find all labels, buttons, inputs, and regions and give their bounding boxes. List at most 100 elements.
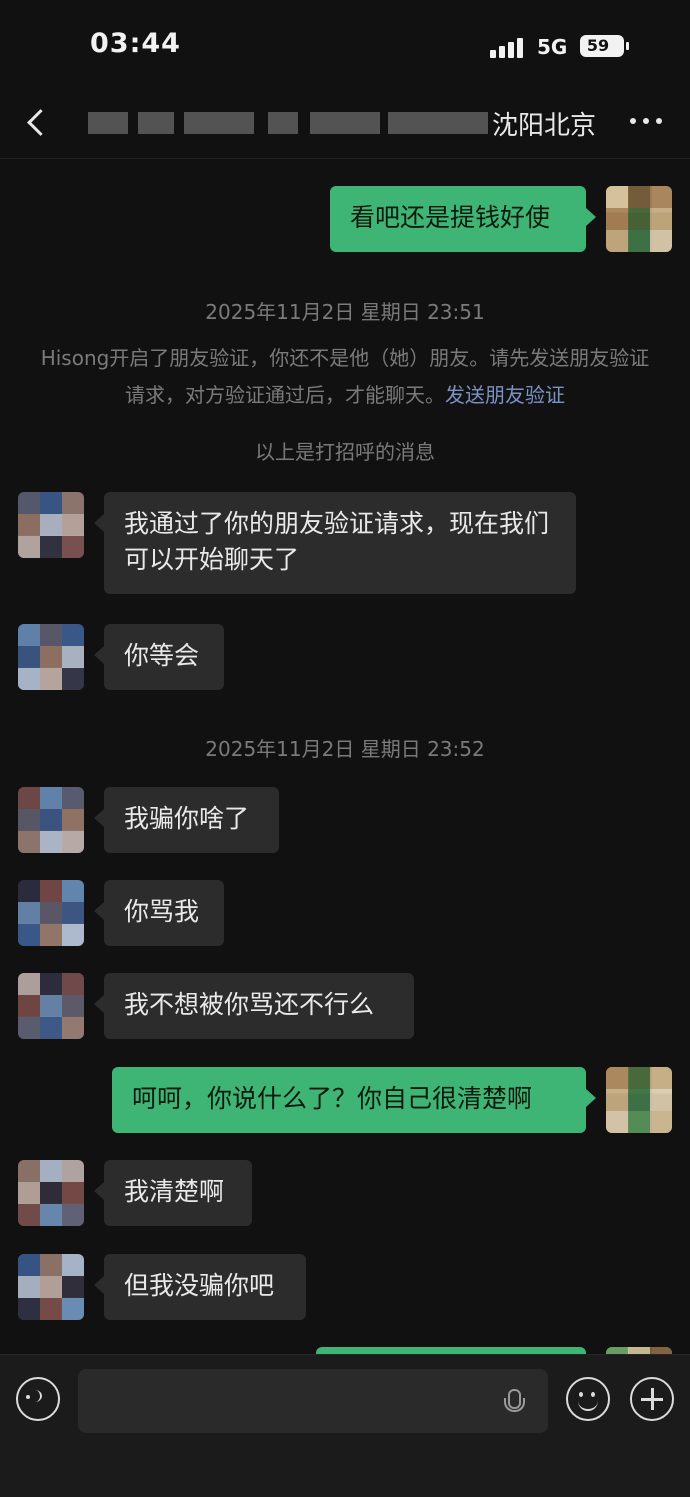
avatar-pixel (628, 186, 650, 208)
avatar-pixel (650, 208, 672, 230)
avatar-pixel (40, 924, 62, 946)
avatar-pixel (62, 1204, 84, 1226)
avatar-pixel (18, 1276, 40, 1298)
avatar-pixel (18, 902, 40, 924)
avatar-pixel (18, 809, 40, 831)
system-notice: Hisong开启了朋友验证，你还不是他（她）朋友。请先发送朋友验证请求，对方验证… (40, 340, 650, 414)
message-list[interactable]: 看吧还是提钱好使 2025年11月2日 星期日 23:51 Hisong开启了朋… (0, 158, 690, 1354)
avatar-pixel (606, 1089, 628, 1111)
avatar-pixel (40, 624, 62, 646)
avatar-pixel (40, 902, 62, 924)
avatar-pixel (628, 1067, 650, 1089)
avatar-pixel (62, 646, 84, 668)
avatar-pixel (40, 973, 62, 995)
avatar-pixel (18, 646, 40, 668)
avatar-pixel (40, 1182, 62, 1204)
my-avatar[interactable] (606, 186, 672, 252)
message-bubble-other[interactable]: 我通过了你的朋友验证请求，现在我们可以开始聊天了 (94, 492, 576, 594)
avatar-pixel (606, 1111, 628, 1133)
avatar-pixel (40, 514, 62, 536)
avatar-pixel (40, 1276, 62, 1298)
message-bubble-mine[interactable]: 看吧还是提钱好使 (330, 186, 596, 252)
signal-icon (490, 36, 524, 58)
avatar-pixel (606, 186, 628, 208)
message-bubble-other[interactable]: 你等会 (94, 624, 224, 690)
timestamp: 2025年11月2日 星期日 23:51 (205, 300, 485, 324)
avatar-pixel (62, 995, 84, 1017)
avatar-pixel (628, 1089, 650, 1111)
message-bubble-other[interactable]: 我骗你啥了 (94, 787, 279, 853)
avatar-pixel (40, 995, 62, 1017)
contact-avatar[interactable] (18, 1254, 84, 1320)
status-bar: 03:44 5G 59 (0, 0, 690, 90)
voice-icon[interactable] (16, 1377, 60, 1421)
my-avatar[interactable] (606, 1067, 672, 1133)
message-bubble-mine[interactable]: 呵呵，你说什么了？你自己很清楚啊 (112, 1067, 596, 1133)
contact-avatar[interactable] (18, 787, 84, 853)
contact-avatar[interactable] (18, 1160, 84, 1226)
avatar-pixel (62, 1182, 84, 1204)
avatar-pixel (40, 536, 62, 558)
avatar-pixel (18, 1182, 40, 1204)
emoji-icon[interactable] (566, 1377, 610, 1421)
avatar-pixel (62, 668, 84, 690)
more-dots-icon[interactable] (628, 114, 664, 128)
avatar-pixel (62, 924, 84, 946)
avatar-pixel (628, 208, 650, 230)
input-bar (0, 1354, 690, 1497)
avatar-pixel (628, 1111, 650, 1133)
avatar-pixel (650, 1111, 672, 1133)
avatar-pixel (606, 208, 628, 230)
avatar-pixel (18, 668, 40, 690)
avatar-pixel (18, 924, 40, 946)
timestamp: 2025年11月2日 星期日 23:52 (205, 737, 485, 761)
avatar-pixel (628, 230, 650, 252)
avatar-pixel (62, 1160, 84, 1182)
battery-icon: 59 (580, 35, 629, 57)
avatar-pixel (62, 1017, 84, 1039)
avatar-pixel (18, 492, 40, 514)
network-type: 5G (537, 35, 568, 59)
avatar-pixel (18, 514, 40, 536)
send-verification-link[interactable]: 发送朋友验证 (445, 383, 565, 407)
contact-avatar[interactable] (18, 880, 84, 946)
avatar-pixel (40, 831, 62, 853)
avatar-pixel (40, 1298, 62, 1320)
greeting-divider: 以上是打招呼的消息 (255, 440, 435, 464)
avatar-pixel (40, 668, 62, 690)
avatar-pixel (650, 1089, 672, 1111)
contact-avatar[interactable] (18, 624, 84, 690)
avatar-pixel (62, 1276, 84, 1298)
avatar-pixel (606, 230, 628, 252)
avatar-pixel (18, 995, 40, 1017)
avatar-pixel (18, 1298, 40, 1320)
avatar-pixel (606, 1347, 628, 1354)
message-bubble-other[interactable]: 你骂我 (94, 880, 224, 946)
avatar-pixel (62, 973, 84, 995)
avatar-pixel (62, 624, 84, 646)
plus-icon[interactable] (630, 1377, 674, 1421)
message-bubble-other[interactable]: 我不想被你骂还不行么 (94, 973, 414, 1039)
message-bubble-mine[interactable] (316, 1347, 586, 1354)
my-avatar[interactable] (606, 1347, 672, 1354)
avatar-pixel (650, 230, 672, 252)
avatar-pixel (18, 831, 40, 853)
avatar-pixel (18, 1017, 40, 1039)
microphone-icon[interactable] (503, 1389, 525, 1419)
avatar-pixel (18, 880, 40, 902)
avatar-pixel (62, 787, 84, 809)
avatar-pixel (606, 1067, 628, 1089)
avatar-pixel (62, 880, 84, 902)
message-bubble-other[interactable]: 但我没骗你吧 (94, 1254, 306, 1320)
avatar-pixel (40, 880, 62, 902)
avatar-pixel (40, 1254, 62, 1276)
battery-level: 59 (586, 36, 610, 55)
chat-header: 沈阳北京 (0, 90, 690, 159)
contact-avatar[interactable] (18, 492, 84, 558)
message-input[interactable] (78, 1369, 548, 1433)
message-bubble-other[interactable]: 我清楚啊 (94, 1160, 252, 1226)
chevron-left-icon[interactable] (22, 104, 52, 140)
avatar-pixel (18, 1254, 40, 1276)
blurred-title (88, 108, 488, 138)
contact-avatar[interactable] (18, 973, 84, 1039)
